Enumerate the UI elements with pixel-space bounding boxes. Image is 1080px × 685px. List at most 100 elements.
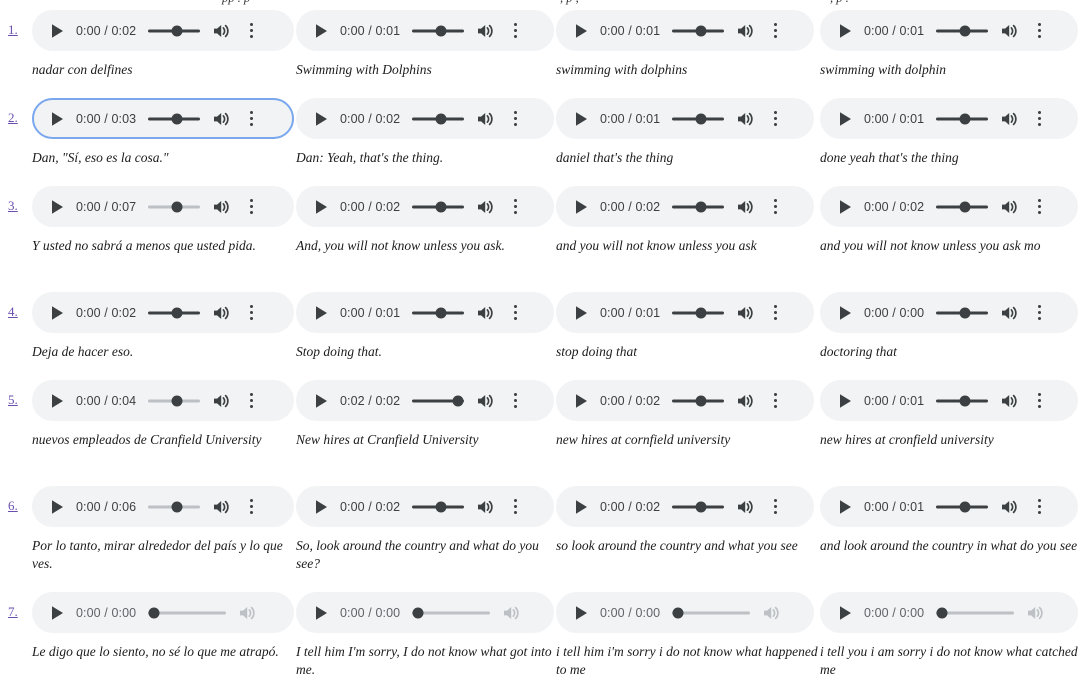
audio-player[interactable]: 0:00 / 0:00 (296, 592, 554, 633)
volume-icon[interactable] (476, 497, 495, 516)
volume-knob[interactable] (695, 307, 707, 318)
audio-player[interactable]: 0:00 / 0:01 (296, 10, 554, 51)
audio-player[interactable]: 0:00 / 0:00 (556, 592, 814, 633)
volume-icon[interactable] (762, 603, 781, 622)
row-number-link[interactable]: 6. (8, 498, 18, 514)
play-icon[interactable] (836, 392, 854, 410)
volume-slider[interactable] (148, 498, 201, 516)
volume-slider[interactable] (936, 392, 989, 410)
kebab-menu-icon[interactable] (244, 22, 258, 40)
volume-knob[interactable] (695, 501, 707, 512)
audio-player[interactable]: 0:00 / 0:02 (32, 292, 294, 333)
volume-icon[interactable] (476, 109, 495, 128)
audio-player[interactable]: 0:00 / 0:02 (820, 186, 1078, 227)
audio-player[interactable]: 0:00 / 0:02 (556, 380, 814, 421)
play-icon[interactable] (836, 498, 854, 516)
play-icon[interactable] (48, 110, 66, 128)
audio-player[interactable]: 0:00 / 0:02 (296, 486, 554, 527)
kebab-menu-icon[interactable] (508, 498, 522, 516)
volume-icon[interactable] (212, 109, 231, 128)
volume-knob[interactable] (959, 395, 971, 406)
audio-player[interactable]: 0:00 / 0:04 (32, 380, 294, 421)
play-icon[interactable] (836, 22, 854, 40)
play-icon[interactable] (48, 604, 66, 622)
volume-icon[interactable] (476, 391, 495, 410)
play-icon[interactable] (836, 110, 854, 128)
play-icon[interactable] (48, 392, 66, 410)
play-icon[interactable] (312, 198, 330, 216)
play-icon[interactable] (572, 304, 590, 322)
play-icon[interactable] (836, 604, 854, 622)
kebab-menu-icon[interactable] (1032, 198, 1046, 216)
volume-icon[interactable] (476, 303, 495, 322)
play-icon[interactable] (312, 22, 330, 40)
volume-knob[interactable] (695, 201, 707, 212)
volume-slider[interactable] (936, 304, 989, 322)
volume-knob[interactable] (959, 201, 971, 212)
row-number-link[interactable]: 7. (8, 604, 18, 620)
kebab-menu-icon[interactable] (768, 110, 782, 128)
volume-slider[interactable] (672, 604, 751, 622)
audio-player[interactable]: 0:00 / 0:02 (296, 98, 554, 139)
volume-slider[interactable] (412, 198, 465, 216)
volume-slider[interactable] (672, 22, 725, 40)
kebab-menu-icon[interactable] (244, 198, 258, 216)
kebab-menu-icon[interactable] (768, 392, 782, 410)
volume-slider[interactable] (936, 498, 989, 516)
volume-icon[interactable] (1026, 603, 1045, 622)
audio-player[interactable]: 0:00 / 0:01 (820, 486, 1078, 527)
volume-icon[interactable] (1000, 21, 1019, 40)
row-number-link[interactable]: 2. (8, 110, 18, 126)
volume-slider[interactable] (148, 304, 201, 322)
audio-player[interactable]: 0:00 / 0:02 (296, 186, 554, 227)
volume-slider[interactable] (148, 604, 227, 622)
row-number-link[interactable]: 5. (8, 392, 18, 408)
volume-knob[interactable] (695, 25, 707, 36)
kebab-menu-icon[interactable] (244, 498, 258, 516)
volume-slider[interactable] (412, 392, 465, 410)
play-icon[interactable] (312, 498, 330, 516)
volume-slider[interactable] (936, 22, 989, 40)
kebab-menu-icon[interactable] (1032, 498, 1046, 516)
volume-icon[interactable] (736, 109, 755, 128)
volume-slider[interactable] (148, 392, 201, 410)
volume-knob[interactable] (435, 113, 447, 124)
play-icon[interactable] (572, 22, 590, 40)
volume-icon[interactable] (1000, 497, 1019, 516)
play-icon[interactable] (572, 604, 590, 622)
kebab-menu-icon[interactable] (508, 110, 522, 128)
row-number-link[interactable]: 1. (8, 22, 18, 38)
volume-icon[interactable] (212, 391, 231, 410)
play-icon[interactable] (572, 198, 590, 216)
volume-knob[interactable] (148, 607, 160, 618)
volume-knob[interactable] (695, 113, 707, 124)
play-icon[interactable] (48, 498, 66, 516)
audio-player[interactable]: 0:00 / 0:01 (296, 292, 554, 333)
kebab-menu-icon[interactable] (1032, 110, 1046, 128)
kebab-menu-icon[interactable] (244, 304, 258, 322)
volume-knob[interactable] (695, 395, 707, 406)
volume-slider[interactable] (672, 198, 725, 216)
play-icon[interactable] (48, 22, 66, 40)
volume-knob[interactable] (435, 501, 447, 512)
volume-icon[interactable] (502, 603, 521, 622)
volume-knob[interactable] (959, 113, 971, 124)
volume-slider[interactable] (148, 110, 201, 128)
audio-player[interactable]: 0:00 / 0:02 (556, 486, 814, 527)
volume-icon[interactable] (1000, 303, 1019, 322)
kebab-menu-icon[interactable] (768, 198, 782, 216)
volume-knob[interactable] (171, 201, 183, 212)
volume-icon[interactable] (736, 391, 755, 410)
kebab-menu-icon[interactable] (508, 392, 522, 410)
row-number-link[interactable]: 3. (8, 198, 18, 214)
kebab-menu-icon[interactable] (768, 22, 782, 40)
volume-slider[interactable] (412, 304, 465, 322)
play-icon[interactable] (312, 110, 330, 128)
kebab-menu-icon[interactable] (508, 22, 522, 40)
volume-knob[interactable] (435, 307, 447, 318)
kebab-menu-icon[interactable] (1032, 22, 1046, 40)
audio-player[interactable]: 0:00 / 0:07 (32, 186, 294, 227)
volume-knob[interactable] (959, 307, 971, 318)
kebab-menu-icon[interactable] (768, 498, 782, 516)
volume-knob[interactable] (959, 501, 971, 512)
